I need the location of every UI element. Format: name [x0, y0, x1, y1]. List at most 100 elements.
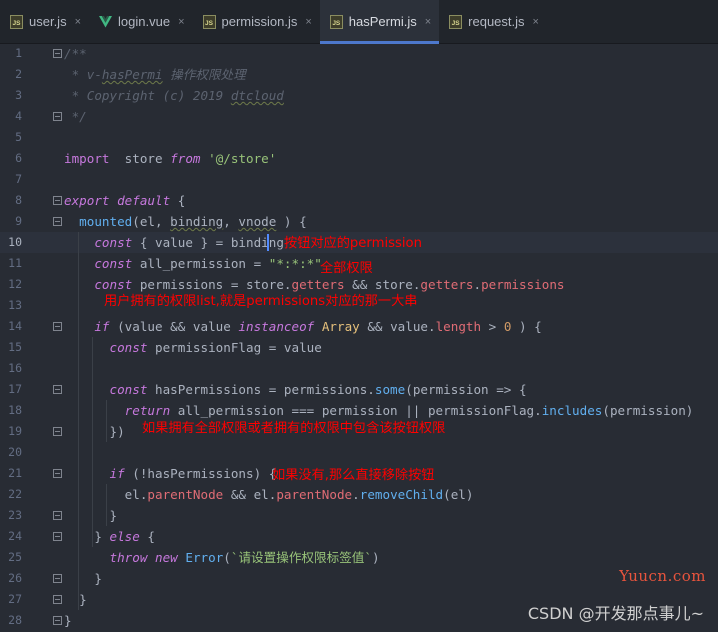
code-line[interactable]: 16 — [0, 358, 718, 379]
fold-marker-icon[interactable] — [53, 385, 62, 394]
code-line[interactable]: 1 /** — [0, 43, 718, 64]
tab-login-vue[interactable]: login.vue × — [89, 0, 192, 43]
line-number: 5 — [15, 130, 22, 144]
close-icon[interactable]: × — [178, 16, 184, 28]
line-number: 28 — [8, 613, 22, 627]
close-icon[interactable]: × — [425, 16, 431, 28]
code-line[interactable]: 7 — [0, 169, 718, 190]
line-number: 26 — [8, 571, 22, 585]
js-icon: JS — [10, 14, 23, 29]
indent-guide — [92, 337, 93, 547]
code-text: * v-hasPermi 操作权限处理 — [64, 67, 246, 82]
code-text: throw new Error(`请设置操作权限标签值`) — [109, 550, 380, 565]
code-text: const permissionFlag = value — [109, 340, 322, 355]
fold-marker-icon[interactable] — [53, 532, 62, 541]
fold-marker-icon[interactable] — [53, 322, 62, 331]
line-number: 14 — [8, 319, 22, 333]
line-number: 10 — [8, 235, 22, 249]
close-icon[interactable]: × — [75, 16, 81, 28]
code-text: if (value && value instanceof Array && v… — [94, 319, 542, 334]
code-line[interactable]: 8 export default { — [0, 190, 718, 211]
code-line[interactable]: 25 throw new Error(`请设置操作权限标签值`) — [0, 547, 718, 568]
code-text: /** — [64, 46, 87, 61]
code-line[interactable]: 17 const hasPermissions = permissions.so… — [0, 379, 718, 400]
line-number: 3 — [15, 88, 22, 102]
annotation-has-permission: 如果拥有全部权限或者拥有的权限中包含该按钮权限 — [142, 421, 446, 436]
fold-marker-icon[interactable] — [53, 574, 62, 583]
code-line[interactable]: 2 * v-hasPermi 操作权限处理 — [0, 64, 718, 85]
code-text: } — [64, 571, 102, 586]
fold-marker-icon[interactable] — [53, 511, 62, 520]
tab-label: permission.js — [221, 14, 298, 29]
indent-guide — [106, 484, 107, 526]
code-text: const all_permission = "*:*:*" — [94, 256, 322, 271]
close-icon[interactable]: × — [305, 16, 311, 28]
fold-marker-icon[interactable] — [53, 469, 62, 478]
line-number: 17 — [8, 382, 22, 396]
code-text: } — [64, 508, 118, 523]
fold-marker-icon[interactable] — [53, 196, 62, 205]
code-text: mounted(el, binding, vnode ) { — [79, 214, 307, 229]
code-text: } — [64, 592, 87, 607]
code-line[interactable]: 23 } — [0, 505, 718, 526]
code-line[interactable]: 3 * Copyright (c) 2019 dtcloud — [0, 85, 718, 106]
code-editor[interactable]: 1/** 2 * v-hasPermi 操作权限处理 3 * Copyright (… — [0, 43, 718, 632]
indent-guide — [106, 400, 107, 442]
code-text: * Copyright (c) 2019 dtcloud — [64, 88, 284, 103]
line-number: 12 — [8, 277, 22, 291]
fold-marker-icon[interactable] — [53, 49, 62, 58]
js-icon: JS — [449, 14, 463, 29]
code-text: if (!hasPermissions) { — [109, 466, 277, 481]
line-number: 21 — [8, 466, 22, 480]
code-text: }) — [64, 424, 125, 439]
tab-hasPermi-js[interactable]: JS hasPermi.js × — [319, 0, 440, 44]
code-line[interactable]: 4 */ — [0, 106, 718, 127]
code-line[interactable]: 12 const permissions = store.getters && … — [0, 274, 718, 295]
code-line[interactable]: 6 import store from '@/store' — [0, 148, 718, 169]
tab-request-js[interactable]: JS request.js × — [439, 0, 547, 43]
line-number: 27 — [8, 592, 22, 606]
code-line[interactable]: 5 — [0, 127, 718, 148]
code-text: } — [64, 613, 72, 628]
code-line[interactable]: 9 mounted(el, binding, vnode ) { — [0, 211, 718, 232]
code-line[interactable]: 20 — [0, 442, 718, 463]
code-line[interactable]: 26 } — [0, 568, 718, 589]
tab-label: request.js — [468, 14, 525, 29]
close-icon[interactable]: × — [533, 16, 539, 28]
code-text: el.parentNode && el.parentNode.removeChi… — [124, 487, 474, 502]
line-number: 7 — [15, 172, 22, 186]
code-text: const { value } = binding — [94, 235, 284, 250]
line-number: 18 — [8, 403, 22, 417]
fold-marker-icon[interactable] — [53, 217, 62, 226]
js-icon: JS — [202, 14, 216, 29]
code-text: return all_permission === permission || … — [124, 403, 694, 418]
line-number: 2 — [15, 67, 22, 81]
fold-marker-icon[interactable] — [53, 595, 62, 604]
line-number: 22 — [8, 487, 22, 501]
line-number: 19 — [8, 424, 22, 438]
csdn-watermark: CSDN @开发那点事儿~ — [527, 604, 704, 623]
vue-icon — [99, 15, 113, 29]
tab-label: login.vue — [118, 14, 171, 29]
code-line[interactable]: 22 el.parentNode && el.parentNode.remove… — [0, 484, 718, 505]
line-number: 4 — [15, 109, 22, 123]
code-line[interactable]: 14 if (value && value instanceof Array &… — [0, 316, 718, 337]
line-number: 9 — [15, 214, 22, 228]
line-number: 13 — [8, 298, 22, 312]
text-cursor — [267, 234, 269, 251]
line-number: 20 — [8, 445, 22, 459]
code-line[interactable]: 15 const permissionFlag = value — [0, 337, 718, 358]
tab-user-js[interactable]: JS user.js × — [0, 0, 89, 43]
code-line[interactable]: 18 return all_permission === permission … — [0, 400, 718, 421]
fold-marker-icon[interactable] — [53, 427, 62, 436]
fold-marker-icon[interactable] — [53, 616, 62, 625]
annotation-all-permission: 全部权限 — [320, 261, 373, 276]
editor-tab-bar: JS user.js × login.vue × JS permission.js × JS ha… — [0, 0, 718, 44]
tab-label: user.js — [29, 14, 67, 29]
annotation-binding: 按钮对应的permission — [284, 236, 422, 251]
code-text: const permissions = store.getters && sto… — [94, 277, 565, 292]
fold-marker-icon[interactable] — [53, 112, 62, 121]
yuucn-watermark: Yuucn.com — [619, 567, 706, 585]
code-line[interactable]: 24 } else { — [0, 526, 718, 547]
tab-permission-js[interactable]: JS permission.js × — [193, 0, 320, 43]
